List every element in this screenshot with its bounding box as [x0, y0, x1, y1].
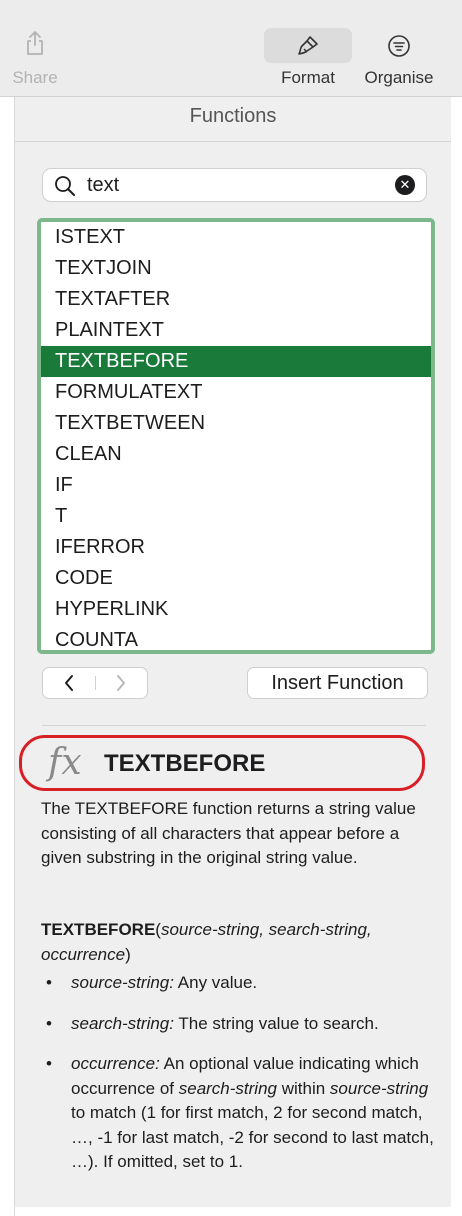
list-item[interactable]: TEXTBETWEEN — [41, 408, 431, 439]
argument-item: occurrence: An optional value indicating… — [41, 1052, 436, 1175]
list-item[interactable]: IF — [41, 470, 431, 501]
list-item[interactable]: HYPERLINK — [41, 594, 431, 625]
fx-icon: fx — [48, 742, 82, 783]
organise-button[interactable]: Organise — [356, 0, 442, 96]
function-list[interactable]: ISTEXT TEXTJOIN TEXTAFTER PLAINTEXT TEXT… — [37, 218, 435, 654]
argument-ref: search-string — [178, 1078, 277, 1098]
argument-name: source-string: — [71, 973, 174, 992]
search-icon — [54, 175, 76, 202]
share-label: Share — [12, 68, 58, 87]
argument-item: source-string: Any value. — [41, 971, 436, 996]
search-input[interactable] — [87, 172, 377, 198]
format-button[interactable]: Format — [262, 0, 354, 96]
argument-name: occurrence: — [71, 1054, 160, 1073]
list-item[interactable]: T — [41, 501, 431, 532]
list-item[interactable]: FORMULATEXT — [41, 377, 431, 408]
panel-title: Functions — [189, 105, 277, 127]
argument-item: search-string: The string value to searc… — [41, 1012, 436, 1037]
list-item[interactable]: CODE — [41, 563, 431, 594]
list-item[interactable]: IFERROR — [41, 532, 431, 563]
right-margin — [451, 97, 462, 1216]
list-item-selected[interactable]: TEXTBEFORE — [41, 346, 431, 377]
argument-list: source-string: Any value. search-string:… — [41, 971, 436, 1191]
back-button[interactable] — [43, 668, 95, 698]
search-field[interactable]: ✕ — [42, 168, 427, 202]
list-item[interactable]: PLAINTEXT — [41, 315, 431, 346]
share-button[interactable]: Share — [0, 0, 70, 96]
syntax-name: TEXTBEFORE — [41, 920, 156, 939]
toolbar: Share Format Organise — [0, 0, 462, 97]
function-syntax: TEXTBEFORE(source-string, search-string,… — [41, 918, 431, 967]
argument-text: Any value. — [173, 973, 258, 992]
syntax-close: ) — [125, 944, 131, 964]
argument-name: search-string: — [71, 1013, 174, 1033]
function-name: TEXTBEFORE — [104, 750, 266, 777]
chevron-left-icon — [65, 674, 73, 691]
chevron-right-icon — [117, 674, 125, 691]
functions-panel: Functions ✕ ISTEXT TEXTJOIN TEXTAFTER PL… — [15, 97, 451, 1207]
list-item[interactable]: CLEAN — [41, 439, 431, 470]
section-divider — [42, 725, 426, 726]
list-item[interactable]: ISTEXT — [41, 222, 431, 253]
insert-function-button[interactable]: Insert Function — [247, 667, 428, 699]
argument-text: The string value to search. — [173, 1013, 379, 1033]
filter-list-icon — [387, 34, 411, 63]
panel-divider — [15, 141, 451, 142]
list-item[interactable]: COUNTA — [41, 625, 431, 650]
share-icon — [24, 30, 46, 61]
paintbrush-icon — [296, 34, 320, 63]
function-description: The TEXTBEFORE function returns a string… — [41, 799, 416, 867]
clear-search-icon[interactable]: ✕ — [395, 175, 415, 195]
function-heading: fx TEXTBEFORE — [19, 735, 425, 791]
forward-button[interactable] — [95, 668, 147, 698]
history-nav — [42, 667, 148, 699]
list-item[interactable]: TEXTJOIN — [41, 253, 431, 284]
left-margin — [0, 97, 15, 1216]
argument-text: to match (1 for first match, 2 for secon… — [71, 1103, 434, 1171]
argument-text: within — [277, 1078, 330, 1098]
argument-ref: source-string — [329, 1078, 429, 1098]
list-item[interactable]: TEXTAFTER — [41, 284, 431, 315]
organise-label: Organise — [364, 68, 434, 87]
format-label: Format — [281, 68, 335, 87]
